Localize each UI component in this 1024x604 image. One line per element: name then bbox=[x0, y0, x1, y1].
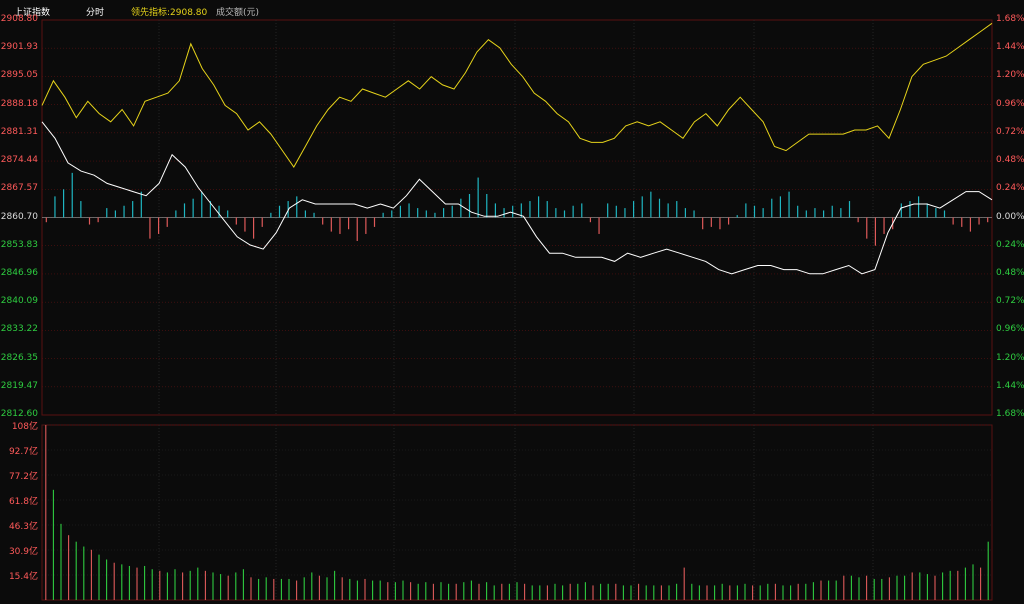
percent-tick-label: 1.20% bbox=[996, 352, 1024, 363]
percent-tick-label: 1.44% bbox=[996, 42, 1024, 53]
percent-tick-label: 1.68% bbox=[996, 409, 1024, 419]
percent-tick-label: 1.68% bbox=[996, 14, 1024, 24]
price-tick-label: 2826.35 bbox=[0, 352, 38, 363]
percent-tick-label: 0.48% bbox=[996, 155, 1024, 166]
volume-tick-label: 77.2亿 bbox=[8, 472, 38, 482]
percent-tick-label: 0.72% bbox=[996, 126, 1024, 137]
price-tick-label: 2908.80 bbox=[0, 14, 38, 24]
percent-tick-label: 0.24% bbox=[996, 239, 1024, 250]
volume-tick-label: 46.3亿 bbox=[8, 522, 38, 532]
leading-indicator-line bbox=[41, 22, 993, 168]
intraday-chart bbox=[41, 19, 993, 601]
volume-tick-label: 15.4亿 bbox=[8, 572, 38, 582]
percent-tick-label: 1.20% bbox=[996, 70, 1024, 81]
price-tick-label: 2895.05 bbox=[0, 70, 38, 81]
price-tick-label: 2888.18 bbox=[0, 98, 38, 109]
percent-tick-label: 0.24% bbox=[996, 183, 1024, 194]
volume-tick-label: 61.8亿 bbox=[8, 497, 38, 507]
volume-tick-label: 30.9亿 bbox=[8, 547, 38, 557]
price-tick-label: 2853.83 bbox=[0, 239, 38, 250]
price-tick-label: 2881.31 bbox=[0, 126, 38, 137]
volume-panel-frame bbox=[41, 424, 993, 601]
volume-tick-label: 92.7亿 bbox=[8, 447, 38, 457]
price-tick-label: 2867.57 bbox=[0, 183, 38, 194]
percent-tick-label: 1.44% bbox=[996, 380, 1024, 391]
price-tick-label: 2846.96 bbox=[0, 267, 38, 278]
percent-tick-label: 0.96% bbox=[996, 324, 1024, 335]
price-tick-label: 2860.70 bbox=[0, 211, 38, 222]
price-tick-label: 2840.09 bbox=[0, 296, 38, 307]
price-tick-label: 2833.22 bbox=[0, 324, 38, 335]
price-tick-label: 2874.44 bbox=[0, 155, 38, 166]
price-tick-label: 2901.93 bbox=[0, 42, 38, 53]
percent-tick-label: 0.96% bbox=[996, 98, 1024, 109]
percent-tick-label: 0.72% bbox=[996, 296, 1024, 307]
price-tick-label: 2812.60 bbox=[0, 409, 38, 419]
percent-tick-label: 0.00% bbox=[996, 211, 1024, 222]
price-tick-label: 2819.47 bbox=[0, 380, 38, 391]
percent-tick-label: 0.48% bbox=[996, 267, 1024, 278]
index-price-line bbox=[41, 121, 993, 275]
volume-tick-label: 108亿 bbox=[11, 422, 38, 432]
